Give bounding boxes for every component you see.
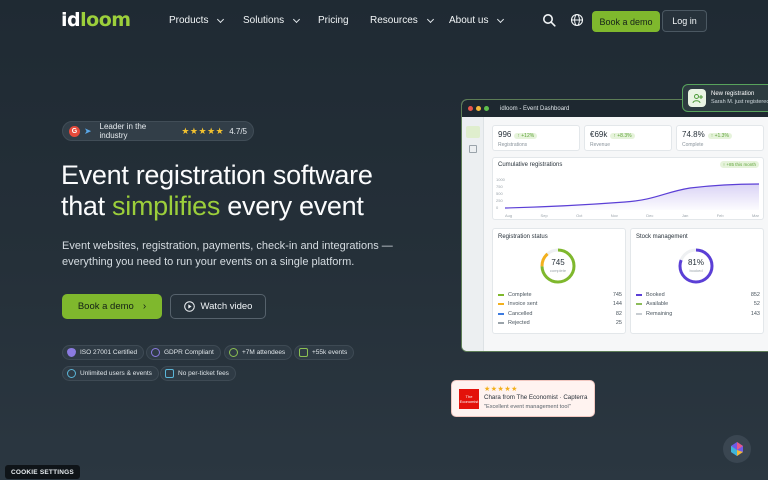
status-row: Complete 745 [498,290,622,300]
shield-icon [67,348,76,357]
y-tick: 0 [496,205,499,210]
rating-stars: ★★★★★ [181,125,225,136]
review-quote: "Excellent event management tool" [484,403,571,410]
review-card: The Economist ★★★★★ Chara from The Econo… [451,380,595,417]
y-tick: 750 [496,184,503,189]
status-row: Rejected 25 [498,319,622,329]
badge-gdpr: GDPR Compliant [146,345,221,360]
stock-row: Remaining 143 [636,309,760,319]
kpi-registrations: 996 ↑ +12% Registrations [492,125,580,151]
book-demo-nav-button[interactable]: Book a demo [592,11,660,32]
user-plus-icon [688,89,706,107]
x-tick: Feb [716,213,724,218]
login-button[interactable]: Log in [662,10,707,32]
y-tick: 1000 [496,177,505,182]
rating-value: 4.7/5 [229,126,247,136]
book-demo-button[interactable]: Book a demo › [62,294,162,319]
nav-products[interactable]: Products [169,15,225,26]
hero-title: Event registration software that simplif… [61,160,373,221]
cumulative-registrations-card: Cumulative registrations ↑ +85 this mont… [492,157,764,220]
x-axis: Aug Sep Oct Nov Dec Jan Feb Mar [505,213,759,218]
dashboard-preview: idloom - Event Dashboard 996 ↑ +12% Regis… [461,99,768,352]
stock-legend: Booked 852 Available 52 Remaining 143 [636,290,760,319]
chart-icon [466,126,480,138]
stock-management-card: Stock management 81% booked Booked 852 Av… [630,228,764,334]
status-row: Cancelled 82 [498,309,622,319]
stock-row: Booked 852 [636,290,760,300]
grid-icon [469,145,477,153]
x-tick: Dec [646,213,654,218]
toast-subtitle: Sarah M. just registered [711,99,768,105]
y-tick: 250 [496,198,503,203]
x-tick: Sep [540,213,548,218]
cumulative-title: Cumulative registrations [498,162,563,168]
chevron-down-icon [426,15,434,23]
area-fill [505,184,759,210]
chevron-down-icon [293,15,301,23]
g2-logo-icon: G [69,125,80,137]
badge-no-fees: No per-ticket fees [160,366,236,381]
stock-percent-label: booked [689,268,703,273]
chevron-right-icon: › [142,301,147,312]
badge-iso: ISO 27001 Certified [62,345,145,360]
idloom-logo[interactable]: idloom [61,9,131,31]
ticket-icon [165,369,174,378]
dashboard-sidebar [462,117,484,351]
cumulative-line-chart [505,183,759,210]
stock-row: Available 52 [636,300,760,310]
watch-video-button[interactable]: Watch video [170,294,266,319]
stock-title: Stock management [636,234,688,240]
badge-attendees: +7M attendees [224,345,293,360]
status-title: Registration status [498,234,548,240]
users-icon [229,348,238,357]
new-registration-toast: New registration Sarah M. just registere… [682,84,768,112]
capterra-arrow-icon: ➤ [83,125,92,136]
review-author: Chara from The Economist · Capterra [484,394,588,402]
status-row: Invoice sent 144 [498,300,622,310]
status-total: 745 [551,258,565,267]
x-tick: Jan [681,213,689,218]
cookie-settings-button[interactable]: COOKIE SETTINGS [5,465,80,479]
gdpr-icon [151,348,160,357]
search-icon[interactable] [542,13,556,27]
x-tick: Aug [505,213,513,218]
globe-icon[interactable] [570,13,584,27]
nav-pricing[interactable]: Pricing [318,15,349,26]
registration-status-card: Registration status 745 complete Complet… [492,228,626,334]
y-tick: 500 [496,191,503,196]
nav-about-us[interactable]: About us [449,15,505,26]
toast-title: New registration [711,91,755,97]
rating-pill: G ➤ Leader in the industry ★★★★★ 4.7/5 [62,121,254,141]
hero-description: Event websites, registration, payments, … [62,240,393,268]
nav-resources[interactable]: Resources [370,15,434,26]
x-tick: Mar [752,213,759,218]
cumulative-badge: ↑ +85 this month [719,161,759,168]
status-total-label: complete [549,268,567,273]
dashboard-title: idloom - Event Dashboard [500,105,570,112]
the-economist-logo: The Economist [459,388,479,409]
kpi-complete: 74.8% ↑ +1.3% Complete [676,125,764,151]
nav-solutions[interactable]: Solutions [243,15,301,26]
play-icon [183,301,195,312]
rating-label: Leader in the industry [99,122,147,140]
review-stars: ★★★★★ [484,385,518,393]
status-legend: Complete 745 Invoice sent 144 Cancelled 82 … [498,290,622,328]
x-tick: Nov [610,213,618,218]
chat-logo-icon [731,442,743,456]
chevron-down-icon [217,15,225,23]
top-navigation: idloom Products Solutions Pricing Resour… [0,0,768,42]
x-tick: Oct [576,213,583,218]
calendar-icon [299,348,308,357]
badge-unlimited: Unlimited users & events [62,366,159,381]
infinity-icon [67,369,76,378]
chevron-down-icon [497,15,505,23]
stock-percent: 81% [687,258,704,267]
kpi-revenue: €69k ↑ +8.3% Revenue [584,125,672,151]
badge-events: +55k events [294,345,355,360]
chat-widget-button[interactable] [723,435,751,463]
